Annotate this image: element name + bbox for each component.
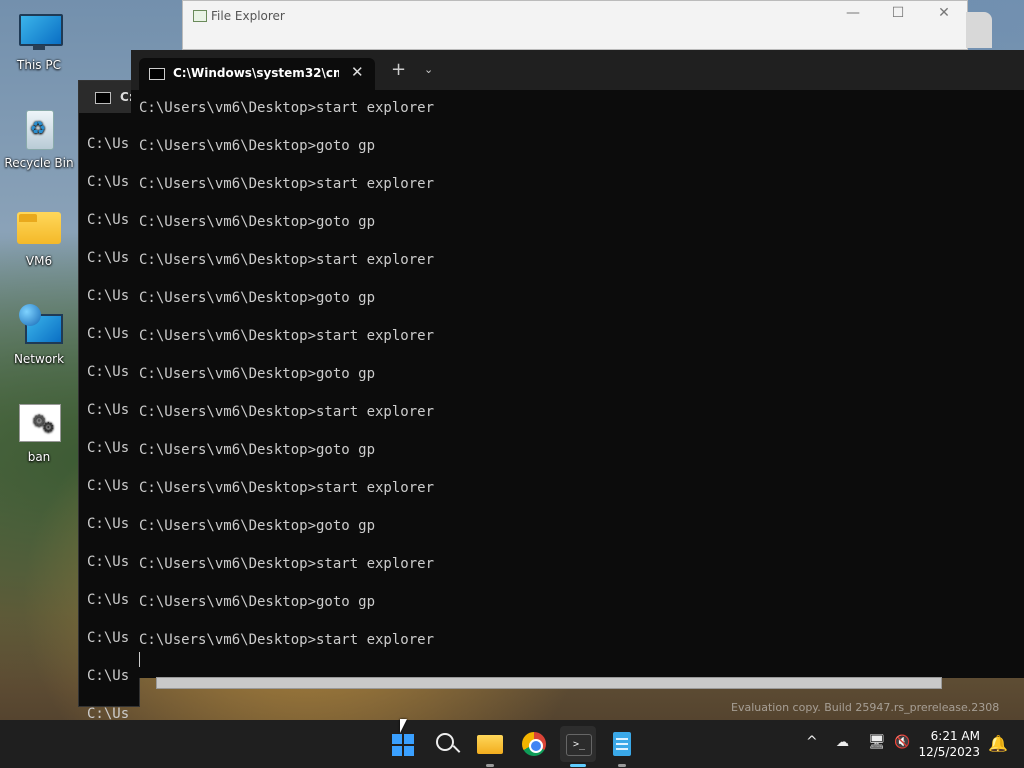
desktop-icon-label: Network: [13, 352, 65, 366]
taskbar: >_ ^ ☁ 🖥 🔇 6:21 AM 12/5/2023 🔔: [0, 720, 1024, 768]
new-tab-button[interactable]: +: [391, 61, 406, 79]
running-indicator: [486, 764, 494, 767]
terminal-line: C:\Users\vm6\Desktop>start explorer: [139, 404, 435, 420]
notification-bell-icon[interactable]: 🔔: [988, 734, 1008, 753]
window-edge: [966, 12, 992, 48]
chrome-button[interactable]: [516, 726, 552, 762]
desktop-icon-this-pc[interactable]: This PC: [4, 10, 74, 72]
notepad-button[interactable]: [604, 726, 640, 767]
horizontal-scrollbar[interactable]: [156, 677, 942, 689]
terminal-line: C:\Users\vm6\Desktop>goto gp: [139, 138, 376, 154]
terminal-line: C:\Users\vm6\Desktop>start explorer: [139, 556, 435, 572]
terminal-line: C:\Users\vm6\Desktop>goto gp: [139, 518, 376, 534]
desktop-icon-label: ban: [27, 450, 51, 464]
show-hidden-icons-chevron-icon[interactable]: ^: [806, 734, 818, 750]
window-title: File Explorer: [211, 9, 285, 23]
settings-file-icon: ⚙ ⚙: [17, 402, 61, 446]
desktop-icon-ban[interactable]: ⚙ ⚙ ban: [4, 402, 74, 464]
clock-date: 12/5/2023: [918, 745, 980, 759]
terminal-window[interactable]: C:\Windows\system32\cmd.e: ✕ + ⌄ C:\User…: [131, 50, 1024, 678]
close-tab-icon[interactable]: ✕: [351, 63, 364, 81]
cmd-icon: [149, 68, 165, 80]
terminal-line: C:\Users\vm6\Desktop>start explorer: [139, 328, 435, 344]
terminal-line: C:\Users\vm6\Desktop>start explorer: [139, 100, 435, 116]
terminal-line: C:\Users\vm6\Desktop>goto gp: [139, 366, 376, 382]
minimize-button[interactable]: —: [838, 5, 868, 21]
terminal-output[interactable]: C:\Users\vm6\Desktop>start explorer C:\Us…: [139, 100, 434, 670]
file-explorer-window[interactable]: File Explorer — ☐ ✕: [182, 0, 968, 50]
terminal-line: C:\Users\vm6\Desktop>goto gp: [139, 594, 376, 610]
cmd-icon: [95, 92, 111, 104]
file-explorer-button[interactable]: [472, 726, 508, 767]
clock[interactable]: 6:21 AM 12/5/2023: [918, 728, 980, 760]
terminal-line: C:\Users\vm6\Desktop>start explorer: [139, 176, 435, 192]
active-indicator: [570, 764, 586, 767]
text-cursor: [139, 652, 140, 667]
search-icon: [436, 733, 454, 751]
desktop-icon-label: This PC: [17, 58, 61, 72]
tab-title: C:\Windows\system32\cmd.e:: [173, 66, 339, 80]
onedrive-icon[interactable]: ☁: [836, 735, 849, 750]
mouse-cursor: [400, 719, 407, 733]
file-explorer-icon: [193, 10, 207, 22]
terminal-button[interactable]: >_: [560, 726, 596, 767]
terminal-line: C:\Users\vm6\Desktop>start explorer: [139, 480, 435, 496]
terminal-line: C:\Users\vm6\Desktop>goto gp: [139, 290, 376, 306]
evaluation-watermark: Evaluation copy. Build 25947.rs_prerelea…: [731, 701, 1000, 714]
folder-icon: [17, 206, 61, 250]
terminal-tab[interactable]: C:: [79, 81, 139, 113]
chevron-down-icon[interactable]: ⌄: [424, 63, 433, 76]
monitor-icon: [17, 10, 63, 54]
terminal-line: C:\Users\vm6\Desktop>goto gp: [139, 442, 376, 458]
close-button[interactable]: ✕: [929, 5, 959, 21]
maximize-button[interactable]: ☐: [883, 5, 913, 21]
recycle-bin-icon: ♻: [17, 108, 61, 152]
desktop-icon-label: Recycle Bin: [4, 156, 74, 170]
windows-logo-icon: [392, 734, 414, 756]
folder-icon: [477, 735, 503, 754]
search-button[interactable]: [428, 726, 464, 762]
terminal-line: C:\Users\vm6\Desktop>start explorer: [139, 632, 435, 648]
terminal-line: C:\Users\vm6\Desktop>goto gp: [139, 214, 376, 230]
terminal-tab[interactable]: C:\Windows\system32\cmd.e: ✕: [139, 58, 375, 90]
chrome-icon: [522, 732, 546, 756]
notepad-icon: [613, 732, 631, 756]
desktop-icon-vm6[interactable]: VM6: [4, 206, 74, 268]
desktop-icon-recycle-bin[interactable]: ♻ Recycle Bin: [4, 108, 74, 170]
terminal-line: C:\Users\vm6\Desktop>start explorer: [139, 252, 435, 268]
network-icon[interactable]: 🖥: [868, 734, 886, 750]
clock-time: 6:21 AM: [930, 729, 980, 743]
terminal-icon: >_: [566, 734, 592, 756]
network-icon: [17, 304, 63, 348]
running-indicator: [618, 764, 626, 767]
desktop-icon-label: VM6: [25, 254, 53, 268]
volume-muted-icon[interactable]: 🔇: [894, 735, 910, 750]
tab-bar: C:\Windows\system32\cmd.e: ✕ + ⌄: [131, 50, 1024, 90]
desktop-icon-network[interactable]: Network: [4, 304, 74, 366]
